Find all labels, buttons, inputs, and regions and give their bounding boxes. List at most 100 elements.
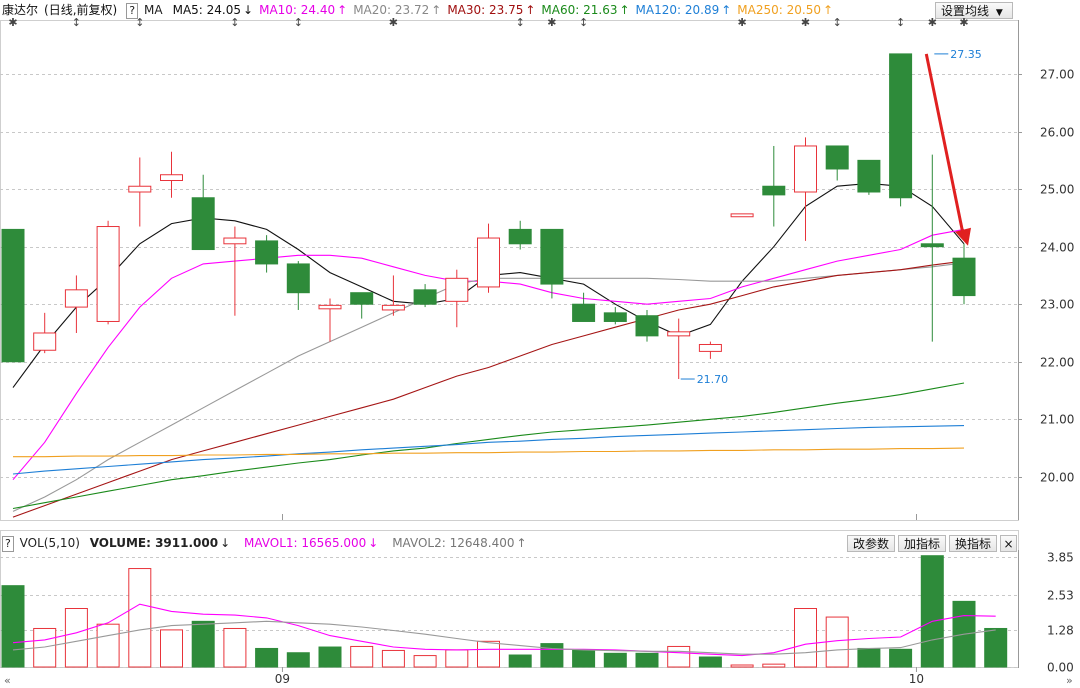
candle-body: [477, 237, 500, 288]
candle-body: [413, 289, 437, 305]
volume-frame: [0, 530, 1019, 668]
candlestick: [698, 341, 722, 359]
volume-bar: [889, 648, 913, 668]
y-tick-label: 26.00: [1040, 126, 1074, 140]
volume-bar: [160, 629, 183, 668]
x-tick-label: 10: [909, 672, 924, 686]
volume-tick-label: 1.28: [1047, 624, 1074, 638]
volume-bar: [128, 568, 152, 668]
candle-body: [603, 312, 627, 322]
candle-body: [318, 304, 342, 310]
event-mark-icon: ✱: [8, 16, 17, 29]
event-mark-icon: ↕: [896, 16, 905, 29]
candle-body: [445, 277, 469, 302]
volume-chart: 3.85 2.53 1.28 0.00 09 10 « »: [0, 530, 1074, 687]
volume-bar: [572, 649, 596, 668]
candlestick: [920, 154, 944, 342]
event-mark-icon: ↕: [135, 16, 144, 29]
ma-line-ma250: [13, 447, 965, 458]
candle-body: [350, 292, 374, 305]
candlestick: [255, 235, 279, 273]
event-mark-icon: ↕: [230, 16, 239, 29]
event-mark-icon: ✱: [959, 16, 968, 29]
volume-bar: [318, 646, 342, 668]
candlestick: [730, 213, 754, 218]
candle-body: [508, 228, 532, 245]
stock-chart-window: 康达尔 (日线,前复权)? MA MA5: 24.05 ↓ MA10: 24.40 ↑ MA2…: [0, 0, 1080, 688]
event-mark-icon: ✱: [801, 16, 810, 29]
event-mark-icon: ✱: [928, 16, 937, 29]
candlestick: [413, 284, 437, 308]
candlestick: [128, 157, 152, 227]
candlestick: [191, 174, 215, 251]
volume-bar: [350, 645, 374, 668]
volume-bar: [413, 655, 437, 668]
event-mark-icon: ✱: [547, 16, 556, 29]
y-tick-label: 24.00: [1040, 241, 1074, 255]
candlestick: [33, 312, 57, 354]
candle-body: [33, 332, 57, 351]
candlestick: [762, 145, 786, 227]
candlestick: [223, 226, 247, 316]
volume-bar: [64, 608, 88, 668]
candle-body: [191, 197, 215, 251]
event-mark-icon: ↕: [72, 16, 81, 29]
candle-body: [920, 243, 944, 248]
candlestick: [667, 318, 691, 380]
candlestick: [381, 275, 405, 316]
volume-bar: [191, 620, 215, 668]
y-tick-label: 25.00: [1040, 183, 1074, 197]
volume-tick-label: 3.85: [1047, 551, 1074, 565]
candle-body: [1, 228, 25, 363]
candle-body: [381, 304, 405, 311]
event-mark-icon: ↕: [579, 16, 588, 29]
candlestick: [350, 292, 374, 319]
volume-bar: [667, 645, 691, 668]
scroll-right-icon[interactable]: »: [1066, 674, 1073, 687]
candlestick: [160, 151, 183, 198]
volume-tick-label: 0.00: [1047, 661, 1074, 675]
plot-frame: [0, 20, 1019, 521]
candlestick: [508, 220, 532, 250]
candle-body: [762, 185, 786, 196]
volume-bar: [96, 623, 120, 668]
y-tick-label: 20.00: [1040, 471, 1074, 485]
event-mark-icon: ✱: [737, 16, 746, 29]
event-mark-icon: ↕: [833, 16, 842, 29]
candlestick: [318, 298, 342, 342]
candlestick: [1, 228, 25, 363]
candle-body: [952, 257, 976, 297]
candlestick: [857, 159, 881, 195]
candle-body: [794, 145, 817, 193]
candlestick: [889, 53, 913, 207]
price-chart: 27.00 26.00 25.00 24.00 23.00 22.00 21.00 20.00…: [0, 16, 1074, 521]
candle-body: [667, 331, 691, 337]
candlestick: [286, 261, 310, 310]
volume-bar: [730, 664, 754, 668]
candle-body: [286, 263, 310, 294]
y-tick-label: 21.00: [1040, 413, 1074, 427]
candle-body: [223, 237, 247, 245]
candle-body: [730, 213, 754, 218]
scroll-left-icon[interactable]: «: [4, 674, 11, 687]
volume-bar: [698, 656, 722, 668]
price-annotation: 21.70: [697, 373, 729, 386]
candlestick: [445, 269, 469, 328]
candle-body: [572, 303, 596, 322]
volume-bar: [223, 627, 247, 668]
volume-bar: [445, 649, 469, 668]
y-tick-label: 27.00: [1040, 68, 1074, 82]
volume-bar: [603, 652, 627, 668]
event-mark-icon: ↕: [516, 16, 525, 29]
candlestick: [794, 137, 817, 241]
y-tick-label: 23.00: [1040, 298, 1074, 312]
candle-body: [255, 240, 279, 265]
ma-line-ma30: [12, 260, 965, 518]
volume-bar: [762, 663, 786, 668]
volume-bar: [635, 652, 659, 668]
candle-body: [96, 226, 120, 322]
candle-body: [635, 315, 659, 337]
volume-bar: [1, 585, 25, 668]
volume-bar: [540, 643, 564, 668]
volume-bar: [857, 647, 881, 668]
